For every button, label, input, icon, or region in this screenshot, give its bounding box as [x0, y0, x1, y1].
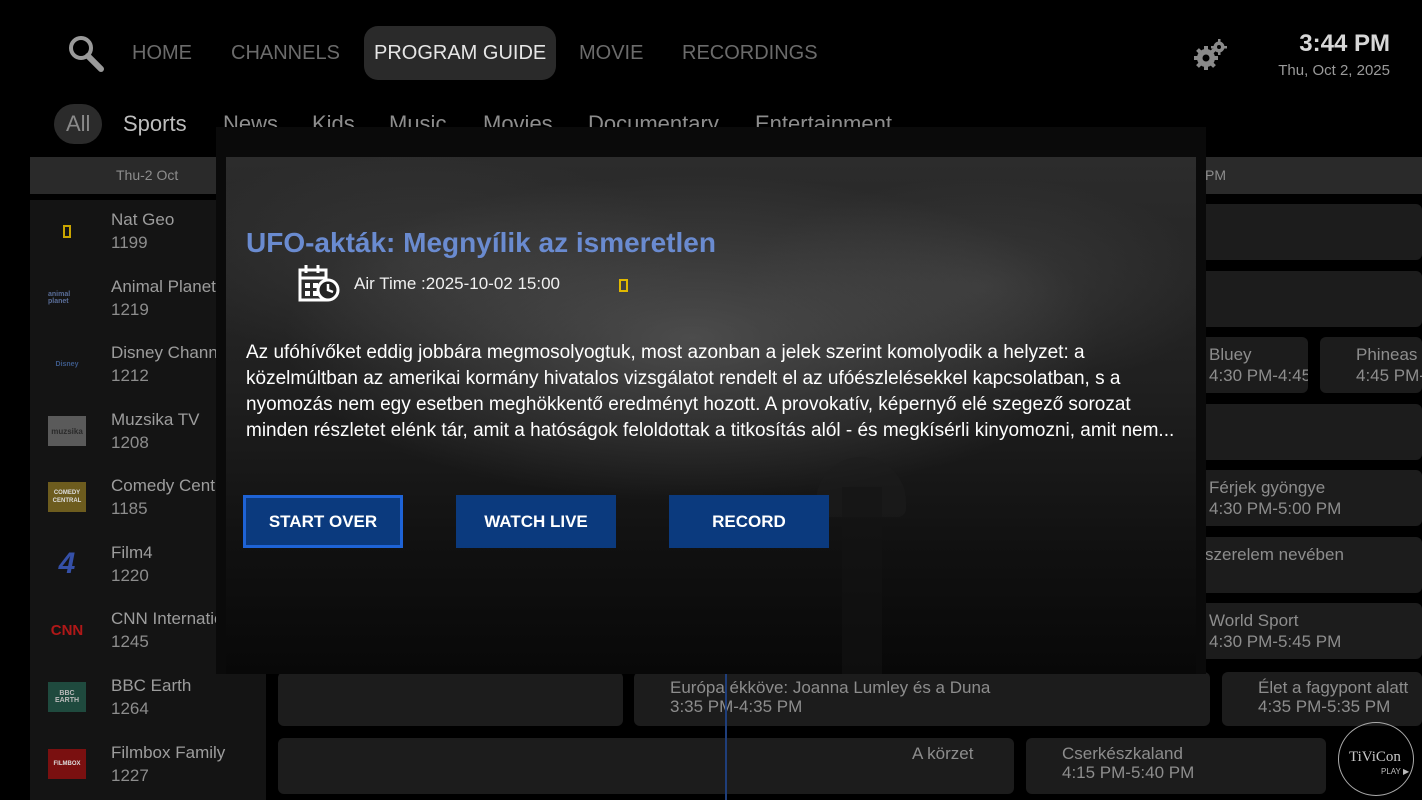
start-over-button[interactable]: START OVER: [243, 495, 403, 548]
program-title: Cserkészkaland: [1062, 744, 1183, 763]
channel-name: BBC Earth: [111, 676, 192, 695]
channel-name: Filmbox Family: [111, 743, 226, 762]
gear-icon[interactable]: [1192, 37, 1228, 73]
program-cell[interactable]: Élet a fagypont alatt 4:35 PM-5:35 PM: [1222, 672, 1422, 726]
channel-number: 1219: [111, 300, 149, 319]
channel-name: Muzsika TV: [111, 410, 200, 429]
program-time: 4:45 PM-: [1356, 366, 1422, 385]
program-cell[interactable]: Európa ékköve: Joanna Lumley és a Duna 3…: [634, 672, 1210, 726]
current-time-line: [725, 670, 727, 800]
program-cell[interactable]: [1200, 204, 1422, 260]
channel-name: Nat Geo: [111, 210, 175, 229]
program-cell[interactable]: World Sport 4:30 PM-5:45 PM: [1173, 603, 1422, 659]
program-title: Phineas: [1356, 345, 1418, 364]
channel-number: 1208: [111, 433, 149, 452]
clock-time: 3:44 PM: [1299, 30, 1390, 57]
channel-number: 1264: [111, 699, 149, 718]
nav-recordings[interactable]: RECORDINGS: [682, 26, 818, 80]
watch-live-button[interactable]: WATCH LIVE: [456, 495, 616, 548]
program-time: 3:35 PM-4:35 PM: [670, 697, 803, 716]
air-time: Air Time :2025-10-02 15:00: [354, 274, 561, 293]
animal-planet-logo-icon: animal planet: [48, 291, 71, 305]
program-detail-modal: UFO-akták: Megnyílik az ismeretlen Air T…: [216, 127, 1206, 674]
channel-name: Disney Channel: [111, 343, 232, 362]
program-time: 4:35 PM-5:35 PM: [1258, 697, 1391, 716]
channel-row[interactable]: FILMBOX Filmbox Family 1227: [30, 733, 266, 799]
nat-geo-logo-icon: [619, 279, 628, 292]
program-time: 4:30 PM-5:45 PM: [1209, 632, 1342, 651]
logo-text: TiViCon: [1349, 749, 1401, 765]
disney-logo-icon: Disney: [55, 360, 79, 368]
nav-program-guide[interactable]: PROGRAM GUIDE: [364, 26, 557, 80]
program-cell[interactable]: A körzet: [278, 738, 1014, 794]
channel-name: Animal Planet: [111, 277, 216, 296]
channel-row[interactable]: BBC EARTH BBC Earth 1264: [30, 666, 266, 732]
filmbox-logo-icon: FILMBOX: [48, 749, 86, 779]
guide-date-label: Thu-2 Oct: [116, 167, 179, 183]
program-time: 4:15 PM-5:40 PM: [1062, 763, 1195, 782]
program-time: 4:30 PM-4:45: [1209, 366, 1308, 385]
channel-number: 1227: [111, 766, 149, 785]
channel-name: Film4: [111, 543, 153, 562]
category-all[interactable]: All: [54, 104, 103, 144]
muzsika-logo-icon: muzsika: [48, 416, 86, 446]
channel-number: 1185: [111, 499, 148, 518]
nat-geo-logo-icon: [48, 216, 86, 246]
program-title: szerelem nevében: [1205, 545, 1344, 564]
program-cell[interactable]: [278, 672, 623, 726]
channel-number: 1245: [111, 632, 149, 651]
search-icon[interactable]: [66, 34, 106, 74]
program-cell[interactable]: [1200, 404, 1422, 460]
nav-home[interactable]: HOME: [132, 26, 192, 80]
record-button[interactable]: RECORD: [669, 495, 829, 548]
guide-time-label: PM: [1205, 167, 1226, 183]
channel-number: 1212: [111, 366, 149, 385]
cnn-logo-icon: CNN: [50, 621, 84, 639]
nav-channels[interactable]: CHANNELS: [231, 26, 340, 80]
calendar-clock-icon: [298, 265, 340, 302]
channel-number: 1199: [111, 233, 148, 252]
program-title: Férjek gyöngye: [1209, 478, 1326, 497]
category-sports[interactable]: Sports: [123, 104, 187, 144]
program-description: Az ufóhívőket eddig jobbára megmosolyogt…: [246, 342, 1175, 441]
clock-date: Thu, Oct 2, 2025: [1278, 62, 1390, 79]
program-title: Európa ékköve: Joanna Lumley és a Duna: [670, 678, 991, 697]
nav-movie[interactable]: MOVIE: [579, 26, 643, 80]
tivicon-logo: TiViCon PLAY ▶: [1338, 722, 1414, 796]
comedy-central-logo-icon: COMEDY CENTRAL: [48, 482, 86, 512]
program-cell[interactable]: Phineas 4:45 PM-: [1320, 337, 1422, 393]
program-cell[interactable]: szerelem nevében: [1170, 537, 1422, 593]
logo-subtext: PLAY ▶: [1381, 767, 1410, 776]
backdrop-silhouette: [842, 487, 882, 674]
channel-number: 1220: [111, 566, 149, 585]
program-title: Bluey: [1209, 345, 1252, 364]
bbc-earth-logo-icon: BBC EARTH: [48, 682, 86, 712]
program-title: Élet a fagypont alatt: [1258, 678, 1409, 697]
program-cell[interactable]: [1200, 271, 1422, 327]
program-cell[interactable]: Férjek gyöngye 4:30 PM-5:00 PM: [1173, 470, 1422, 526]
program-title: UFO-akták: Megnyílik az ismeretlen: [246, 227, 716, 258]
program-title: A körzet: [912, 744, 974, 763]
program-time: 4:30 PM-5:00 PM: [1209, 499, 1342, 518]
film4-logo-icon: 4: [58, 547, 76, 580]
program-cell[interactable]: Cserkészkaland 4:15 PM-5:40 PM: [1026, 738, 1326, 794]
program-title: World Sport: [1209, 611, 1299, 630]
